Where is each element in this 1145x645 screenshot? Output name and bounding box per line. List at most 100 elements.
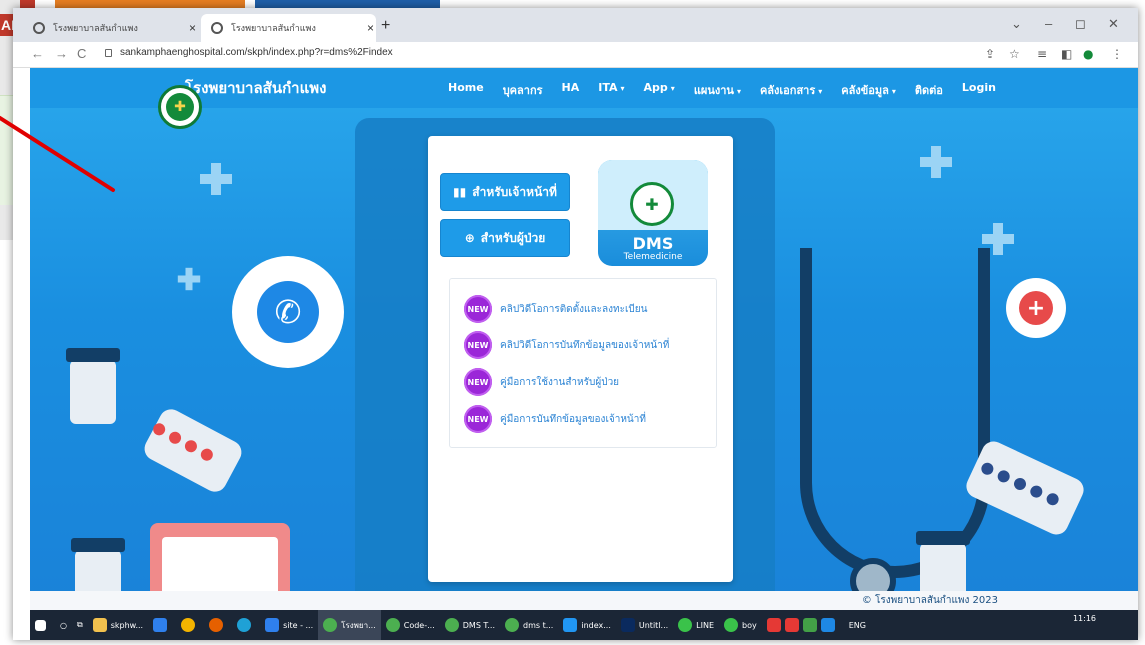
profile-icon[interactable]: ● [1083, 47, 1093, 61]
site-footer: © โรงพยาบาลสันกำแพง 2023 [30, 591, 1138, 610]
mail-icon[interactable] [148, 610, 176, 640]
browser-window: โรงพยาบาลสันกำแพง × โรงพยาบาลสันกำแพง × … [13, 8, 1138, 640]
menu-item-app[interactable]: App ▾ [644, 81, 675, 99]
back-icon[interactable]: ← [31, 46, 44, 61]
dms-telemedicine-logo: ✚ DMS Telemedicine [598, 160, 708, 266]
close-icon[interactable]: × [367, 21, 374, 35]
menu-item-plans[interactable]: แผนงาน ▾ [694, 81, 741, 99]
taskbar-app[interactable]: DMS T... [440, 610, 500, 640]
tab-strip: โรงพยาบาลสันกำแพง × โรงพยาบาลสันกำแพง × … [13, 8, 1138, 42]
taskbar-app[interactable]: Code-... [381, 610, 440, 640]
taskbar-app[interactable]: boy [719, 610, 762, 640]
clock[interactable]: 11:16 [1073, 614, 1096, 623]
url-text: sankamphaenghospital.com/skph/index.php?… [120, 47, 393, 58]
search-icon[interactable]: ○ [55, 610, 72, 640]
task-view-icon[interactable]: ⧉ [72, 610, 88, 640]
minimize-icon[interactable]: – [1045, 16, 1052, 31]
menu-item-contact[interactable]: ติดต่อ [915, 81, 943, 99]
resource-links: NEW คลิปวิดีโอการติดตั้งและลงทะเบียน NEW… [449, 278, 717, 448]
staff-button-label: สำหรับเจ้าหน้าที่ [472, 184, 557, 199]
staff-button[interactable]: ▮▮ สำหรับเจ้าหน้าที่ [440, 173, 570, 211]
new-badge-icon: NEW [464, 405, 492, 433]
browser-tab[interactable]: โรงพยาบาลสันกำแพง × [23, 14, 203, 42]
list-item[interactable]: NEW คู่มือการบันทึกข้อมูลของเจ้าหน้าที่ [464, 405, 646, 433]
new-badge-icon: NEW [464, 295, 492, 323]
globe-icon [211, 22, 223, 34]
menu-icon[interactable]: ⋮ [1111, 47, 1123, 61]
address-bar: ← → C sankamphaenghospital.com/skph/inde… [13, 42, 1138, 68]
browser-tab-active[interactable]: โรงพยาบาลสันกำแพง × [201, 14, 376, 42]
taskbar-app[interactable]: Untitl... [616, 610, 673, 640]
taskbar-app[interactable]: LINE [673, 610, 719, 640]
list-item[interactable]: NEW คู่มือการใช้งานสำหรับผู้ป่วย [464, 368, 619, 396]
link-staff-manual[interactable]: คู่มือการบันทึกข้อมูลของเจ้าหน้าที่ [500, 412, 646, 427]
bar-chart-icon: ▮▮ [453, 185, 467, 199]
menu-item-staff[interactable]: บุคลากร [503, 81, 543, 99]
reload-icon[interactable]: C [77, 46, 86, 61]
language-indicator[interactable]: ENG [844, 610, 871, 640]
taskbar-app[interactable]: index... [558, 610, 616, 640]
menu-item-documents[interactable]: คลังเอกสาร ▾ [760, 81, 822, 99]
patient-button[interactable]: ⊕ สำหรับผู้ป่วย [440, 219, 570, 257]
restore-icon[interactable]: ◻ [1075, 16, 1086, 32]
side-panel-icon[interactable]: ◧ [1061, 47, 1072, 61]
web-page: โรงพยาบาลสันกำแพง Home บุคลากร HA ITA ▾ A… [30, 68, 1138, 610]
phone-call-icon: ✆ [232, 256, 344, 368]
hospital-logo-icon[interactable]: ✚ [158, 85, 202, 129]
star-icon[interactable]: ☆ [1009, 47, 1020, 61]
medical-cross-icon [920, 146, 952, 178]
dms-title: DMS [632, 234, 674, 253]
menu-item-home[interactable]: Home [448, 81, 484, 99]
screen: AR โรงพยาบาลสันกำแพง × โรงพยาบาลสันกำแพง… [0, 0, 1145, 645]
site-menu: Home บุคลากร HA ITA ▾ App ▾ แผนงาน ▾ คลังเอ… [448, 81, 1015, 99]
windows-taskbar: ○ ⧉ skphw... site - ... โรงพยา... Code-.… [30, 610, 1138, 640]
reading-list-icon[interactable]: ≡ [1037, 47, 1047, 61]
new-badge-icon: NEW [464, 331, 492, 359]
caret-down-icon: ▾ [818, 87, 823, 96]
link-staff-video[interactable]: คลิปวิดีโอการบันทึกข้อมูลของเจ้าหน้าที่ [500, 338, 669, 353]
new-badge-icon: NEW [464, 368, 492, 396]
site-brand[interactable]: โรงพยาบาลสันกำแพง [185, 76, 326, 100]
firefox-icon[interactable] [204, 610, 232, 640]
menu-item-ita[interactable]: ITA ▾ [598, 81, 624, 99]
caret-down-icon: ▾ [891, 87, 896, 96]
stethoscope-illustration [800, 248, 990, 578]
footer-copyright: © โรงพยาบาลสันกำแพง 2023 [861, 595, 998, 606]
menu-item-login[interactable]: Login [962, 81, 996, 99]
patient-button-label: สำหรับผู้ป่วย [480, 230, 546, 245]
link-install-video[interactable]: คลิปวิดีโอการติดตั้งและลงทะเบียน [500, 302, 647, 317]
tab-title: โรงพยาบาลสันกำแพง [231, 23, 316, 33]
close-window-icon[interactable]: ✕ [1108, 16, 1119, 32]
dms-subtitle: Telemedicine [623, 252, 683, 262]
list-item[interactable]: NEW คลิปวิดีโอการบันทึกข้อมูลของเจ้าหน้า… [464, 331, 669, 359]
start-icon[interactable] [30, 610, 55, 640]
chrome-icon[interactable] [176, 610, 204, 640]
menu-item-ha[interactable]: HA [562, 81, 580, 99]
taskbar-app[interactable]: โรงพยา... [318, 610, 381, 640]
medical-cross-icon [200, 163, 232, 195]
caret-down-icon: ▾ [736, 87, 741, 96]
url-field[interactable]: sankamphaenghospital.com/skph/index.php?… [105, 47, 393, 58]
medical-cross-icon [177, 267, 201, 291]
taskbar-app[interactable]: skphw... [88, 610, 148, 640]
telemedicine-card: ▮▮ สำหรับเจ้าหน้าที่ ⊕ สำหรับผู้ป่วย ✚ D… [428, 136, 733, 582]
edge-icon[interactable] [232, 610, 260, 640]
taskbar-app[interactable]: dms t... [500, 610, 558, 640]
close-icon[interactable]: × [189, 21, 196, 35]
tray-icons[interactable] [762, 610, 844, 640]
background-tab-blue [255, 0, 440, 8]
menu-item-data[interactable]: คลังข้อมูล ▾ [841, 81, 896, 99]
globe-icon [33, 22, 45, 34]
taskbar-app[interactable]: site - ... [260, 610, 318, 640]
caret-down-icon: ▾ [670, 84, 675, 93]
new-tab-icon[interactable]: + [381, 17, 390, 35]
lock-icon [105, 48, 112, 57]
tab-title: โรงพยาบาลสันกำแพง [53, 23, 138, 33]
forward-icon[interactable]: → [55, 46, 68, 61]
link-patient-manual[interactable]: คู่มือการใช้งานสำหรับผู้ป่วย [500, 375, 619, 390]
medicine-bottle-icon [66, 348, 120, 424]
plus-circle-icon: ⊕ [464, 231, 475, 245]
share-icon[interactable]: ⇪ [985, 47, 995, 61]
chevron-down-icon[interactable]: ⌄ [1011, 16, 1022, 32]
list-item[interactable]: NEW คลิปวิดีโอการติดตั้งและลงทะเบียน [464, 295, 647, 323]
